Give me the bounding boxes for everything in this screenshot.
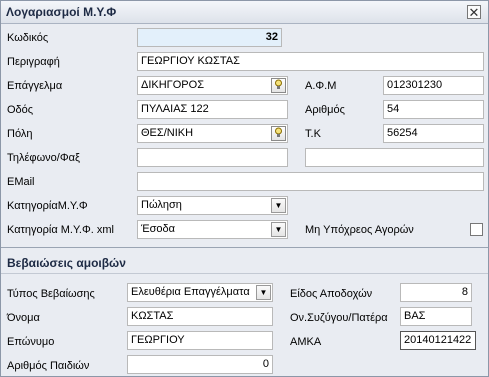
- kategoria-xml-select[interactable]: Έσοδα: [137, 220, 288, 239]
- section-title: Βεβαιώσεις αμοιβών: [7, 256, 126, 270]
- epaggelma-field[interactable]: ΔΙΚΗΓΟΡΟΣ: [137, 76, 288, 95]
- tilefono-field[interactable]: [137, 148, 288, 167]
- typos-label: Τύπος Βεβαίωσης: [7, 288, 95, 300]
- kategoria-xml-label: Κατηγορία Μ.Υ.Φ. xml: [7, 224, 114, 236]
- mi-ypoxreos-label: Μη Υπόχρεος Αγορών: [305, 224, 414, 236]
- window-title: Λογαριασμοί Μ.Υ.Φ: [6, 5, 117, 19]
- tilefono-label: Τηλέφωνο/Φαξ: [7, 152, 80, 164]
- syzygos-label: Ον.Συζύγου/Πατέρα: [290, 312, 388, 324]
- email-label: EMail: [7, 176, 35, 188]
- eponymo-label: Επώνυμο: [7, 336, 55, 348]
- onoma-label: Όνομα: [7, 312, 40, 324]
- poli-field[interactable]: ΘΕΣ/ΝΙΚΗ: [137, 124, 288, 143]
- amka-label: ΑΜΚΑ: [290, 336, 322, 348]
- perigrafi-field[interactable]: ΓΕΩΡΓΙΟΥ ΚΩΣΤΑΣ: [137, 52, 484, 71]
- syzygos-field[interactable]: ΒΑΣ: [400, 307, 472, 326]
- epaggelma-label: Επάγγελμα: [7, 80, 63, 92]
- lookup-icon[interactable]: [271, 126, 286, 141]
- eidos-label: Είδος Αποδοχών: [290, 288, 373, 300]
- lookup-bulb-icon: [275, 79, 282, 89]
- afm-label: Α.Φ.Μ: [305, 80, 337, 92]
- arithmos-field[interactable]: 54: [383, 100, 484, 119]
- poli-label: Πόλη: [7, 128, 33, 140]
- chevron-down-icon[interactable]: ▼: [271, 198, 286, 213]
- typos-select[interactable]: Ελευθέρια Επαγγέλματα: [127, 283, 273, 302]
- odos-field[interactable]: ΠΥΛΑΙΑΣ 122: [137, 100, 288, 119]
- kodikos-label: Κωδικός: [7, 32, 49, 44]
- perigrafi-label: Περιγραφή: [7, 56, 60, 68]
- title-bar: Λογαριασμοί Μ.Υ.Φ ✕: [1, 1, 488, 24]
- odos-label: Οδός: [7, 104, 34, 116]
- arithmos-label: Αριθμός: [305, 104, 345, 116]
- lookup-icon[interactable]: [271, 78, 286, 93]
- close-icon[interactable]: ✕: [467, 5, 481, 19]
- onoma-field[interactable]: ΚΩΣΤΑΣ: [127, 307, 273, 326]
- amka-field[interactable]: 20140121422: [400, 331, 476, 350]
- email-field[interactable]: [137, 172, 484, 191]
- section-divider: [1, 273, 488, 274]
- tk-label: Τ.Κ: [305, 128, 321, 140]
- paidia-label: Αριθμός Παιδιών: [7, 360, 90, 372]
- paidia-field[interactable]: 0: [127, 355, 273, 374]
- eidos-field[interactable]: 8: [400, 283, 472, 302]
- tk-field[interactable]: 56254: [383, 124, 484, 143]
- kategoria-label: ΚατηγορίαΜ.Υ.Φ: [7, 200, 88, 212]
- kodikos-field[interactable]: 32: [137, 28, 282, 47]
- lookup-bulb-icon: [275, 127, 282, 137]
- eponymo-field[interactable]: ΓΕΩΡΓΙΟΥ: [127, 331, 273, 350]
- dialog-window: Λογαριασμοί Μ.Υ.Φ ✕ Κωδικός 32 Περιγραφή…: [0, 0, 489, 377]
- afm-field[interactable]: 012301230: [383, 76, 484, 95]
- fax-field[interactable]: [305, 148, 484, 167]
- chevron-down-icon[interactable]: ▼: [271, 222, 286, 237]
- section-divider: [1, 247, 488, 248]
- kategoria-select[interactable]: Πώληση: [137, 196, 288, 215]
- chevron-down-icon[interactable]: ▼: [256, 285, 271, 300]
- mi-ypoxreos-checkbox[interactable]: [470, 223, 483, 236]
